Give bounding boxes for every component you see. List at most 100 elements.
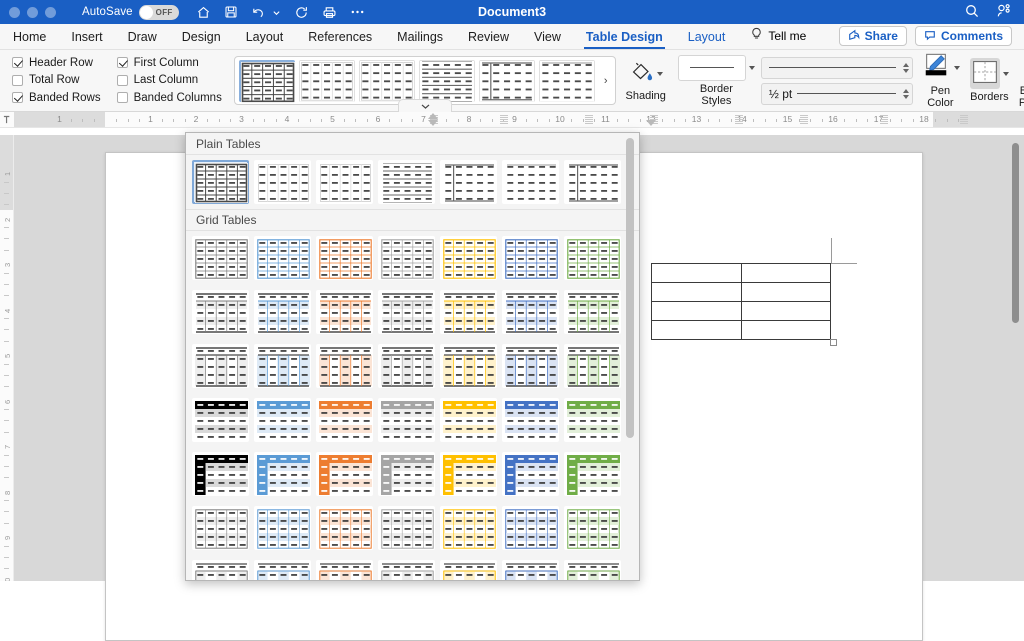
ruler-tab-stop[interactable] (585, 115, 593, 124)
gallery-style-thumbnail[interactable] (316, 560, 373, 581)
undo-icon[interactable] (251, 5, 266, 20)
gallery-style-thumbnail[interactable] (254, 452, 311, 496)
gallery-style-thumbnail[interactable] (192, 344, 249, 388)
shading-dropdown-caret[interactable] (657, 72, 663, 76)
gallery-style-thumbnail[interactable] (254, 290, 311, 334)
option-first-column[interactable]: First Column (117, 54, 222, 71)
left-indent-marker[interactable] (646, 120, 656, 126)
banded-columns-checkbox[interactable] (117, 92, 128, 103)
vertical-ruler[interactable]: 12345678910 (0, 135, 14, 581)
gallery-style-thumbnail[interactable] (316, 160, 373, 204)
table-styles-dropdown[interactable]: Plain TablesGrid TablesList Tables (185, 132, 640, 581)
border-styles-group[interactable]: Border Styles (678, 55, 755, 107)
gallery-style-thumbnail[interactable] (192, 160, 249, 204)
vertical-scrollbar-thumb[interactable] (1012, 143, 1019, 323)
first-column-checkbox[interactable] (117, 57, 128, 68)
gallery-scrollbar[interactable] (623, 135, 637, 578)
gallery-style-thumbnail[interactable] (564, 560, 621, 581)
gallery-style-thumbnail[interactable] (192, 290, 249, 334)
ribbon-collapse-button[interactable] (398, 99, 452, 112)
gallery-style-thumbnail[interactable] (254, 506, 311, 550)
print-icon[interactable] (322, 5, 337, 20)
ruler-tab-stop[interactable] (735, 115, 743, 124)
home-icon[interactable] (196, 5, 211, 20)
gallery-style-thumbnail[interactable] (316, 506, 373, 550)
window-controls[interactable] (0, 7, 56, 18)
table-cell[interactable] (652, 302, 742, 321)
option-total-row[interactable]: Total Row (12, 72, 101, 89)
pen-icon[interactable] (921, 52, 951, 83)
gallery-style-thumbnail[interactable] (440, 560, 497, 581)
gallery-style-thumbnail[interactable] (254, 344, 311, 388)
quick-access-toolbar[interactable] (196, 5, 365, 20)
gallery-style-thumbnail[interactable] (502, 290, 559, 334)
option-last-column[interactable]: Last Column (117, 72, 222, 89)
tab-review[interactable]: Review (468, 30, 509, 49)
gallery-style-thumbnail[interactable] (316, 236, 373, 280)
line-weight-stepper[interactable] (901, 89, 909, 99)
border-styles-dropdown-caret[interactable] (749, 66, 755, 70)
border-line-style-combo[interactable] (761, 57, 913, 79)
tab-references[interactable]: References (308, 30, 372, 49)
gallery-style-thumbnail[interactable] (254, 560, 311, 581)
gallery-style-thumbnail[interactable] (502, 398, 559, 442)
gallery-style-thumbnail[interactable] (564, 236, 621, 280)
gallery-style-thumbnail[interactable] (316, 398, 373, 442)
tab-table-layout[interactable]: Layout (688, 30, 726, 49)
pen-color-group[interactable]: Pen Color (919, 52, 962, 109)
gallery-style-thumbnail[interactable] (378, 290, 435, 334)
ruler-tab-stop[interactable] (880, 115, 888, 124)
total-row-checkbox[interactable] (12, 75, 23, 86)
table-resize-handle[interactable] (830, 339, 837, 346)
gallery-style-thumbnail[interactable] (316, 452, 373, 496)
first-line-indent-marker[interactable] (428, 113, 438, 119)
tab-table-design[interactable]: Table Design (586, 30, 663, 49)
table-cell[interactable] (652, 283, 742, 302)
line-weight-combo[interactable]: ½ pt (761, 83, 913, 105)
table-cell[interactable] (741, 283, 831, 302)
gallery-style-thumbnail[interactable] (378, 560, 435, 581)
gallery-style-thumbnail[interactable] (254, 160, 311, 204)
gallery-style-thumbnail[interactable] (378, 344, 435, 388)
tell-me-control[interactable]: Tell me (750, 27, 806, 49)
ruler-tab-stop[interactable] (800, 115, 808, 124)
ribbon-style-thumb[interactable] (359, 60, 415, 102)
tab-home[interactable]: Home (13, 30, 46, 49)
table-cell[interactable] (741, 264, 831, 283)
gallery-style-thumbnail[interactable] (564, 290, 621, 334)
autosave-toggle[interactable]: OFF (139, 5, 179, 20)
more-icon[interactable] (350, 9, 365, 15)
tab-mailings[interactable]: Mailings (397, 30, 443, 49)
gallery-style-thumbnail[interactable] (502, 160, 559, 204)
gallery-style-thumbnail[interactable] (378, 452, 435, 496)
minimize-window-button[interactable] (27, 7, 38, 18)
gallery-style-thumbnail[interactable] (440, 290, 497, 334)
account-icon[interactable] (996, 3, 1012, 22)
gallery-style-thumbnail[interactable] (192, 398, 249, 442)
table-cell[interactable] (741, 302, 831, 321)
tab-view[interactable]: View (534, 30, 561, 49)
table-cell[interactable] (652, 321, 742, 340)
pen-color-dropdown-caret[interactable] (954, 66, 960, 70)
gallery-style-thumbnail[interactable] (502, 560, 559, 581)
gallery-style-thumbnail[interactable] (440, 506, 497, 550)
gallery-style-thumbnail[interactable] (378, 236, 435, 280)
ruler-tab-stop[interactable] (960, 115, 968, 124)
ribbon-style-thumb[interactable] (239, 60, 295, 102)
close-window-button[interactable] (9, 7, 20, 18)
gallery-style-thumbnail[interactable] (502, 236, 559, 280)
tab-selector[interactable] (0, 112, 14, 127)
gallery-style-thumbnail[interactable] (192, 560, 249, 581)
shading-group[interactable]: Shading (620, 50, 672, 111)
line-style-stepper[interactable] (901, 63, 909, 73)
gallery-style-thumbnail[interactable] (502, 506, 559, 550)
redo-icon[interactable] (294, 5, 309, 20)
borders-dropdown-caret[interactable] (1003, 72, 1009, 76)
tab-insert[interactable]: Insert (71, 30, 102, 49)
option-banded-rows[interactable]: Banded Rows (12, 89, 101, 106)
borders-grid-icon[interactable] (970, 58, 1000, 89)
table-cell[interactable] (741, 321, 831, 340)
gallery-style-thumbnail[interactable] (254, 398, 311, 442)
option-header-row[interactable]: Header Row (12, 54, 101, 71)
gallery-next-icon[interactable]: › (599, 75, 613, 87)
